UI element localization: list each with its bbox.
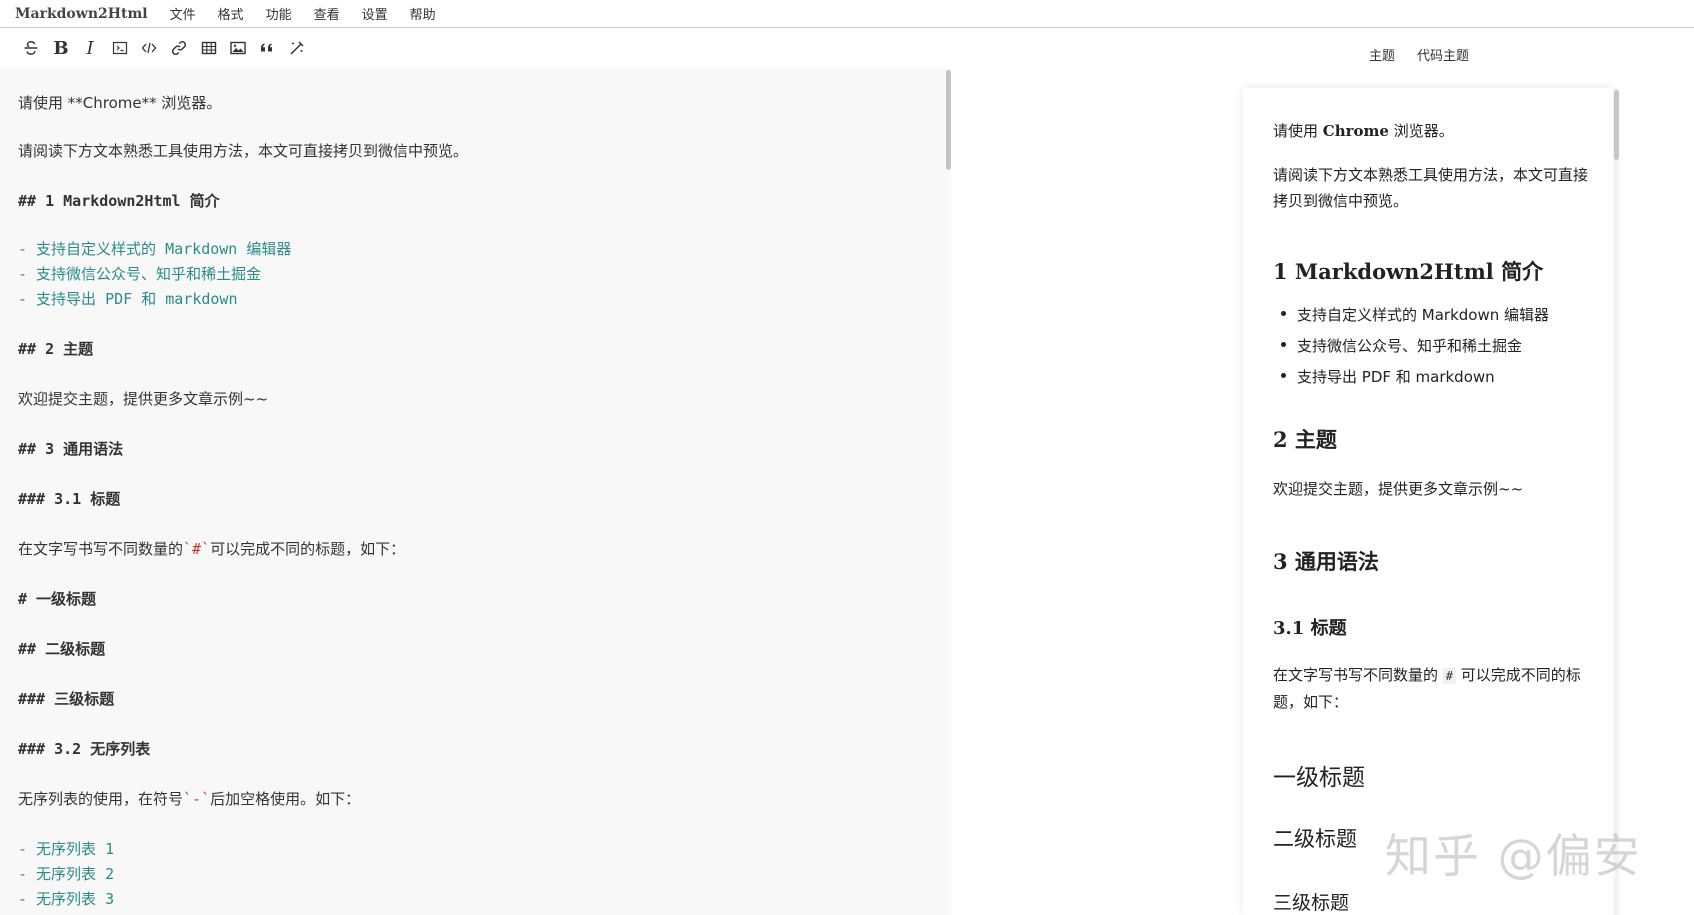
editor-line: 在文字写书写不同数量的`#`可以完成不同的标题，如下： (18, 540, 406, 558)
menu-view[interactable]: 查看 (314, 4, 340, 23)
editor-list-line: - 支持自定义样式的 Markdown 编辑器 (18, 240, 292, 258)
code-theme-button[interactable]: 代码主题 (1417, 45, 1469, 64)
inline-code-icon[interactable] (107, 36, 133, 60)
editor-heading-line: ## 2 主题 (18, 340, 94, 358)
inline-code-mark: `-` (183, 790, 211, 808)
preview-heading: 3 通用语法 (1273, 549, 1379, 574)
menu-function[interactable]: 功能 (266, 4, 292, 23)
preview-list-item: 支持导出 PDF 和 markdown (1273, 364, 1495, 390)
editor-heading-line: ## 二级标题 (18, 640, 106, 658)
preview-scrollbar-thumb[interactable] (1614, 90, 1619, 160)
strikethrough-icon[interactable] (18, 36, 44, 60)
toolbar: B I 主题 代码主题 (0, 28, 1694, 68)
preview-heading: 2 主题 (1273, 427, 1337, 452)
app-title: Markdown2Html (15, 5, 148, 22)
editor-list-line: - 支持导出 PDF 和 markdown (18, 290, 238, 308)
preview-paragraph: 欢迎提交主题，提供更多文章示例~~ (1273, 480, 1524, 498)
editor-heading-line: ### 3.1 标题 (18, 490, 121, 508)
preview-paragraph: 请使用 Chrome 浏览器。 (1273, 122, 1454, 140)
table-icon[interactable] (196, 36, 222, 60)
preview-heading: 3.1 标题 (1273, 618, 1347, 639)
italic-icon[interactable]: I (77, 36, 103, 60)
quote-icon[interactable] (254, 36, 280, 60)
editor-list-line: - 支持微信公众号、知乎和稀土掘金 (18, 265, 262, 283)
editor-line: 无序列表的使用，在符号`-`后加空格使用。如下： (18, 790, 361, 808)
editor-list-line: - 无序列表 3 (18, 890, 115, 908)
editor-list-line: - 无序列表 2 (18, 865, 115, 883)
preview-list-item: 支持自定义样式的 Markdown 编辑器 (1273, 302, 1549, 328)
editor-heading-line: ### 三级标题 (18, 690, 115, 708)
preview-inline-code: # (1442, 668, 1457, 684)
editor-heading-line: # 一级标题 (18, 590, 97, 608)
bold-icon[interactable]: B (48, 36, 74, 60)
theme-button[interactable]: 主题 (1369, 45, 1395, 64)
preview-scrollbar[interactable] (1613, 88, 1619, 915)
preview-list-item: 支持微信公众号、知乎和稀土掘金 (1273, 333, 1522, 359)
menu-help[interactable]: 帮助 (410, 4, 436, 23)
editor-heading-line: ### 3.2 无序列表 (18, 740, 151, 758)
menu-file[interactable]: 文件 (170, 4, 196, 23)
link-icon[interactable] (166, 36, 192, 60)
editor-line: 请使用 **Chrome** 浏览器。 (18, 94, 222, 112)
menu-settings[interactable]: 设置 (362, 4, 388, 23)
preview-heading: 1 Markdown2Html 简介 (1273, 259, 1544, 284)
editor-heading-line: ## 3 通用语法 (18, 440, 124, 458)
markdown-editor[interactable]: 请使用 **Chrome** 浏览器。 请阅读下方文本熟悉工具使用方法，本文可直… (0, 68, 945, 915)
inline-code-mark: `#` (183, 540, 211, 558)
preview-document: 请使用 Chrome 浏览器。 请阅读下方文本熟悉工具使用方法，本文可直接拷贝到… (1243, 88, 1613, 915)
format-icon[interactable] (284, 36, 310, 60)
editor-line: 请阅读下方文本熟悉工具使用方法，本文可直接拷贝到微信中预览。 (18, 142, 469, 160)
watermark: 知乎 @偏安 (1385, 829, 1642, 883)
preview-paragraph: 请阅读下方文本熟悉工具使用方法，本文可直接拷贝到微信中预览。 (1273, 166, 1589, 210)
menu-bar: Markdown2Html 文件 格式 功能 查看 设置 帮助 (0, 0, 1694, 28)
editor-line: 欢迎提交主题，提供更多文章示例~~ (18, 390, 269, 408)
code-block-icon[interactable] (136, 36, 162, 60)
menu-format[interactable]: 格式 (218, 4, 244, 23)
image-icon[interactable] (225, 36, 251, 60)
preview-heading: 一级标题 (1273, 765, 1365, 791)
editor-heading-line: ## 1 Markdown2Html 简介 (18, 192, 220, 210)
preview-paragraph: 在文字写书写不同数量的 # 可以完成不同的标题，如下： (1273, 666, 1581, 711)
editor-list-line: - 无序列表 1 (18, 840, 115, 858)
preview-heading: 三级标题 (1273, 892, 1350, 914)
app-window: Markdown2Html 文件 格式 功能 查看 设置 帮助 B I 主题 代… (0, 0, 1694, 915)
